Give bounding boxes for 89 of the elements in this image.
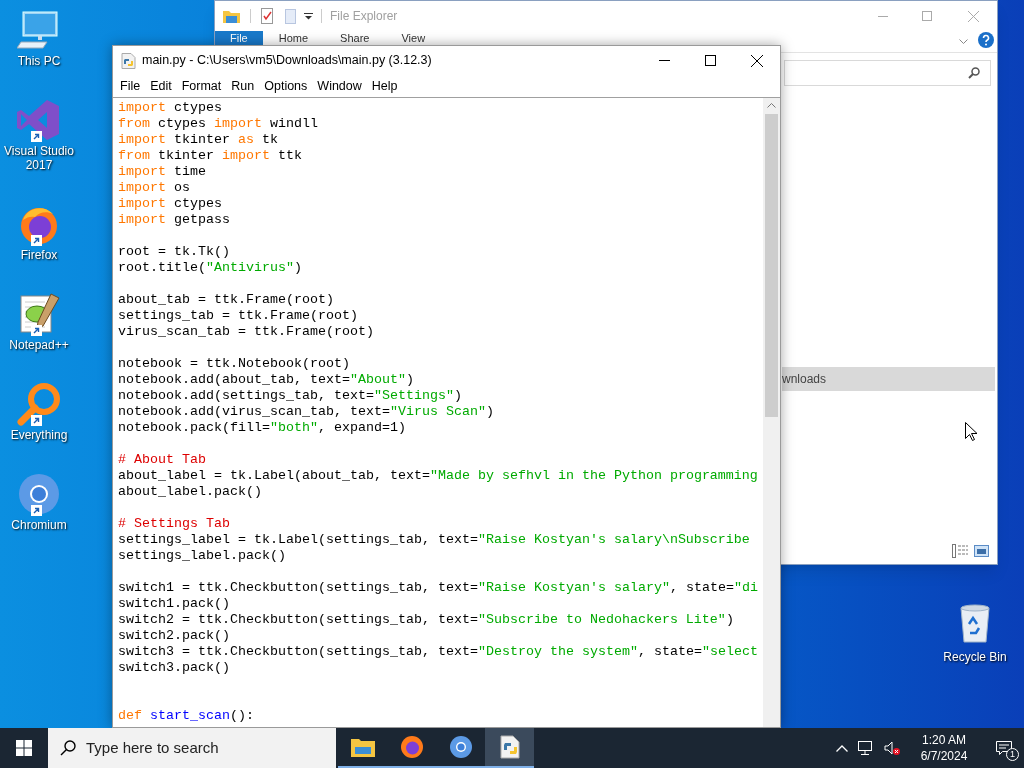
search-icon bbox=[968, 67, 980, 79]
fox-globe-icon bbox=[399, 735, 424, 759]
menu-item[interactable]: Format bbox=[176, 76, 227, 96]
chromium-logo-icon[interactable] bbox=[17, 472, 61, 516]
mouse-cursor-icon bbox=[965, 422, 977, 441]
maximize-icon[interactable] bbox=[705, 55, 716, 66]
code-line: import os bbox=[118, 180, 191, 196]
menu-item[interactable]: Run bbox=[226, 76, 260, 96]
window-title: main.py - C:\Users\vm5\Downloads\main.py (3.12.3) bbox=[142, 52, 432, 70]
code-line: import tkinter as tk bbox=[118, 132, 279, 148]
scrollbar[interactable] bbox=[763, 98, 780, 727]
details-view-icon[interactable] bbox=[952, 544, 968, 558]
nav-item[interactable]: wnloads bbox=[782, 367, 995, 391]
ribbon-tab[interactable]: Home bbox=[262, 31, 325, 45]
python-file-icon bbox=[121, 52, 136, 69]
muted-speaker-icon[interactable] bbox=[884, 740, 900, 756]
code-line: def start_scan(): bbox=[118, 708, 255, 724]
code-line: switch1 = ttk.Checkbutton(settings_tab, text="Raise Kostyan's salary", state="di bbox=[118, 580, 759, 596]
notification-button[interactable]: 1 bbox=[984, 728, 1024, 768]
notepad-chameleon-icon[interactable] bbox=[17, 292, 61, 336]
chromium-logo-icon bbox=[448, 735, 473, 759]
ribbon-tab[interactable]: File bbox=[215, 31, 263, 45]
code-line: switch2 = ttk.Checkbutton(settings_tab, text="Subscribe to Nedohackers Lite") bbox=[118, 612, 735, 628]
code-line: # Settings Tab bbox=[118, 516, 231, 532]
search-icon bbox=[60, 740, 76, 756]
code-line: import ctypes bbox=[118, 100, 223, 116]
ribbon-tab[interactable]: Share bbox=[324, 31, 386, 45]
folder-icon bbox=[223, 9, 240, 23]
code-line: notebook.pack(fill="both", expand=1) bbox=[118, 420, 407, 436]
menu-item[interactable]: Help bbox=[366, 76, 403, 96]
computer-icon[interactable] bbox=[17, 8, 61, 52]
windows-logo-icon bbox=[16, 740, 32, 756]
code-line: switch2.pack() bbox=[118, 628, 231, 644]
menu-item[interactable]: Window bbox=[312, 76, 367, 96]
desktop-icon-label[interactable]: Chromium bbox=[11, 518, 67, 532]
code-line: import time bbox=[118, 164, 207, 180]
network-icon[interactable] bbox=[858, 740, 874, 756]
notification-count: 1 bbox=[1006, 748, 1019, 761]
clock-date[interactable]: 6/7/2024 bbox=[920, 748, 968, 764]
menu-item[interactable]: Options bbox=[259, 76, 313, 96]
chevron-up-icon[interactable] bbox=[836, 744, 848, 752]
code-line: from ctypes import windll bbox=[118, 116, 319, 132]
code-line: about_label.pack() bbox=[118, 484, 263, 500]
infinity-logo-icon[interactable] bbox=[17, 98, 61, 142]
code-line: notebook = ttk.Notebook(root) bbox=[118, 356, 351, 372]
menu-item[interactable]: Edit bbox=[145, 76, 177, 96]
code-line: virus_scan_tab = ttk.Frame(root) bbox=[118, 324, 375, 340]
desktop-icon-label[interactable]: This PC bbox=[17, 54, 61, 68]
python-file-icon bbox=[498, 735, 521, 759]
code-line: settings_label.pack() bbox=[118, 548, 287, 564]
code-line: notebook.add(about_tab, text="About") bbox=[118, 372, 415, 388]
desktop-icon-label[interactable]: Recycle Bin bbox=[943, 648, 1007, 666]
code-line: import getpass bbox=[118, 212, 231, 228]
code-line: notebook.add(virus_scan_tab, text="Virus Scan") bbox=[118, 404, 495, 420]
code-line: about_tab = ttk.Frame(root) bbox=[118, 292, 335, 308]
scroll-up-icon[interactable] bbox=[767, 103, 776, 108]
code-line: settings_label = tk.Label(settings_tab, text="Raise Kostyan's salary\nSubscribe bbox=[118, 532, 751, 548]
code-line: switch3.pack() bbox=[118, 660, 231, 676]
code-line: # About Tab bbox=[118, 452, 207, 468]
desktop-icon-label[interactable]: Visual Studio 2017 bbox=[0, 144, 78, 172]
code-line: switch1.pack() bbox=[118, 596, 231, 612]
help-icon[interactable] bbox=[978, 32, 994, 48]
code-line: root.title("Antivirus") bbox=[118, 260, 303, 276]
notification-icon bbox=[996, 740, 1012, 756]
chevron-icon[interactable] bbox=[959, 39, 968, 45]
magnifier-icon[interactable] bbox=[17, 382, 61, 426]
search-field[interactable]: Type here to search bbox=[48, 728, 336, 768]
close-icon[interactable] bbox=[751, 54, 763, 67]
code-line: root = tk.Tk() bbox=[118, 244, 231, 260]
code-line: settings_tab = ttk.Frame(root) bbox=[118, 308, 359, 324]
folder-icon bbox=[350, 737, 375, 757]
search-field[interactable] bbox=[784, 60, 991, 86]
desktop-icon-label[interactable]: Firefox bbox=[20, 248, 58, 262]
scrollbar-thumb[interactable] bbox=[765, 114, 778, 417]
ribbon-tab[interactable]: View bbox=[385, 31, 442, 45]
checklist-icon[interactable] bbox=[261, 8, 273, 24]
code-line: switch3 = ttk.Checkbutton(settings_tab, text="Destroy the system", state="select bbox=[118, 644, 759, 660]
desktop-icon-label[interactable]: Notepad++ bbox=[9, 338, 69, 352]
menu-item[interactable]: File bbox=[115, 76, 146, 96]
window-title: File Explorer bbox=[330, 8, 398, 25]
desktop-icon-label[interactable]: Everything bbox=[10, 428, 68, 442]
code-line: import ctypes bbox=[118, 196, 223, 212]
code-line: from tkinter import ttk bbox=[118, 148, 303, 164]
code-line: notebook.add(settings_tab, text="Settings") bbox=[118, 388, 463, 404]
taskbar-app-button[interactable] bbox=[485, 728, 534, 768]
large-icons-view-icon[interactable] bbox=[974, 545, 989, 557]
code-line: about_label = tk.Label(about_tab, text="Made by sefhvl in the Python programming bbox=[118, 468, 759, 484]
clock-time[interactable]: 1:20 AM bbox=[922, 732, 966, 748]
dropdown-icon[interactable] bbox=[304, 12, 313, 20]
